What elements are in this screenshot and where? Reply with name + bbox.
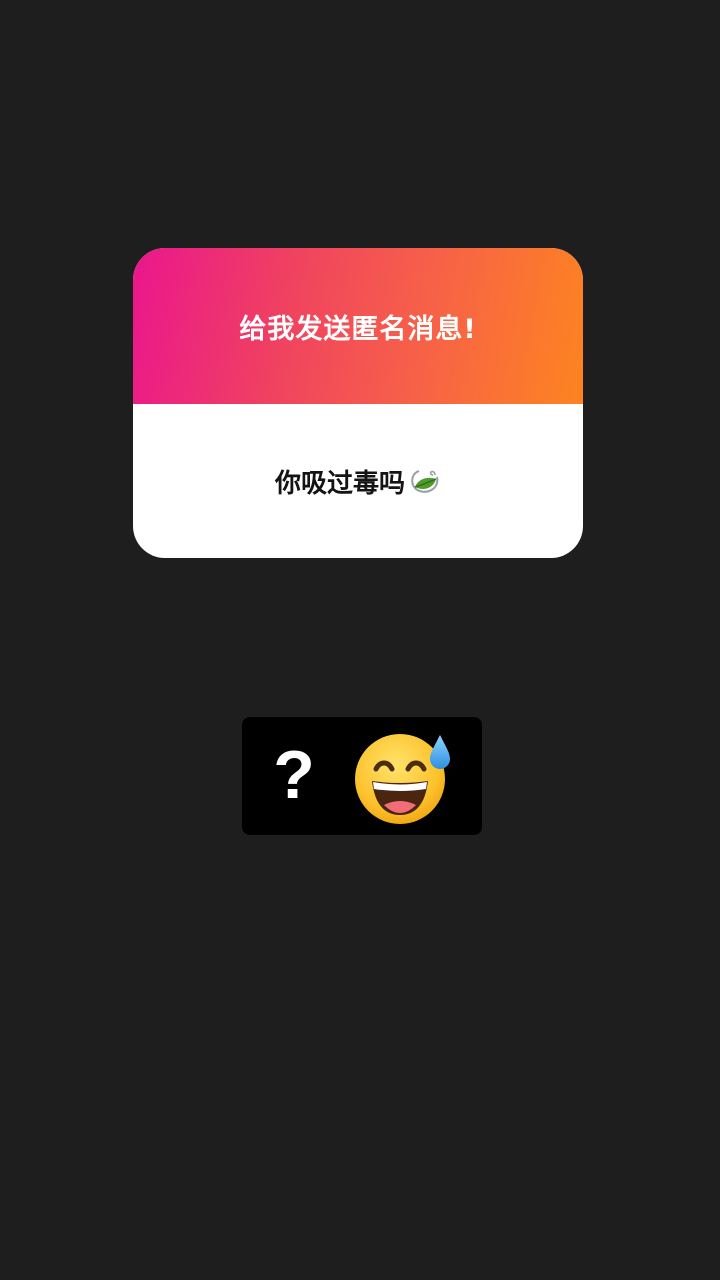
- question-card-title: 给我发送匿名消息!: [239, 313, 477, 345]
- emoji-text-sticker[interactable]: ?: [242, 717, 482, 835]
- question-mark-text: ?: [273, 737, 315, 813]
- grinning-face-with-sweat-icon: [352, 731, 456, 825]
- question-sticker-card[interactable]: 给我发送匿名消息! 你吸过毒吗: [133, 248, 583, 558]
- story-canvas: 给我发送匿名消息! 你吸过毒吗 ?: [0, 0, 720, 1280]
- question-card-answer: 你吸过毒吗: [275, 463, 441, 500]
- question-card-body: 你吸过毒吗: [133, 404, 583, 558]
- leaf-icon: [409, 465, 441, 497]
- question-card-header: 给我发送匿名消息!: [133, 248, 583, 404]
- question-card-answer-text: 你吸过毒吗: [274, 468, 405, 499]
